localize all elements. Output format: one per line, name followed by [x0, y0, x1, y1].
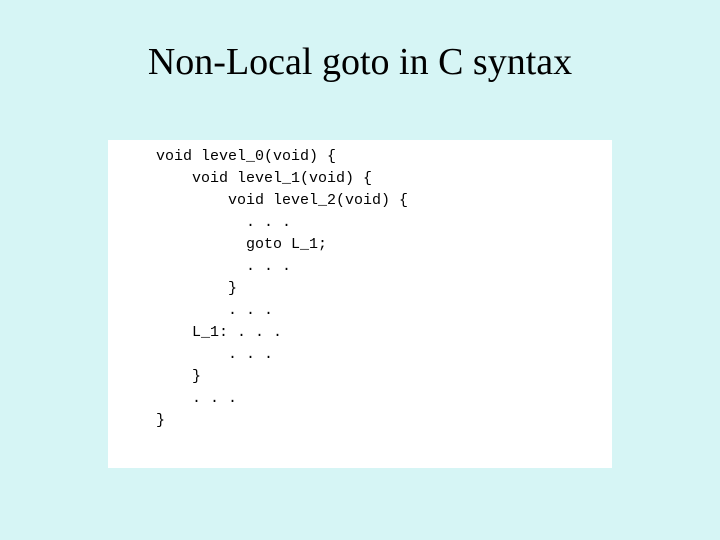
code-block: void level_0(void) { void level_1(void) …	[108, 140, 612, 468]
code-line: . . .	[156, 212, 612, 234]
code-line: }	[156, 278, 612, 300]
page-title: Non-Local goto in C syntax	[0, 40, 720, 84]
code-line: . . .	[156, 344, 612, 366]
slide: Non-Local goto in C syntax void level_0(…	[0, 0, 720, 540]
code-line: }	[156, 366, 612, 388]
code-line: void level_0(void) {	[156, 146, 612, 168]
code-line: void level_2(void) {	[156, 190, 612, 212]
code-line: . . .	[156, 388, 612, 410]
code-line: . . .	[156, 256, 612, 278]
code-line: void level_1(void) {	[156, 168, 612, 190]
code-line: goto L_1;	[156, 234, 612, 256]
code-line: . . .	[156, 300, 612, 322]
code-line: }	[156, 410, 612, 432]
code-line: L_1: . . .	[156, 322, 612, 344]
